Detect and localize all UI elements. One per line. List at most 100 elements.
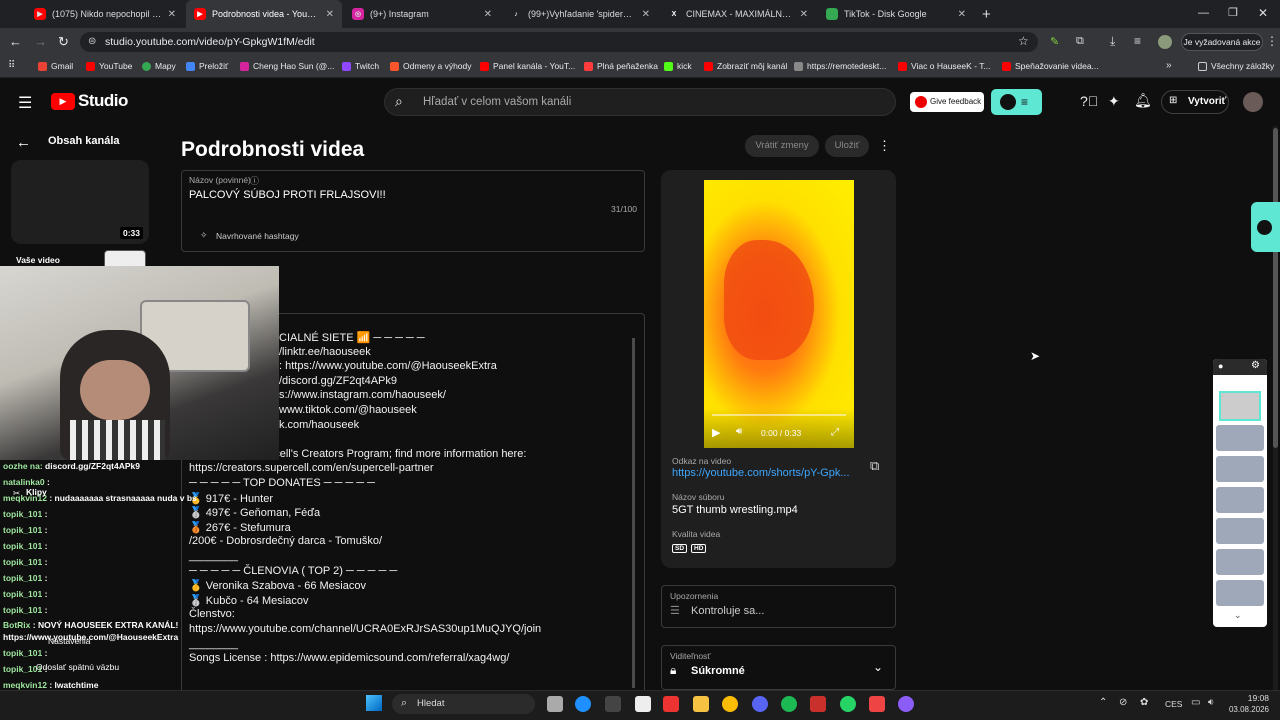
more-options-icon[interactable]: ⋮ <box>878 138 891 154</box>
bookmark-my-channel[interactable]: Zobraziť môj kanál <box>704 61 787 71</box>
clock-date[interactable]: 03.08.2026 <box>1221 705 1269 714</box>
window-close-button[interactable]: ✕ <box>1258 6 1268 20</box>
help-circle-icon[interactable]: ⓘ <box>250 174 259 187</box>
tray-icon[interactable]: ⊘ <box>1119 697 1127 708</box>
thumbnail-slot[interactable] <box>1216 425 1264 451</box>
clock-time[interactable]: 19:08 <box>1229 693 1269 703</box>
new-tab-button[interactable]: + <box>982 6 991 23</box>
suggested-hashtags-button[interactable]: Navrhované hashtagy <box>216 231 299 241</box>
task-view-icon[interactable] <box>547 696 563 712</box>
video-preview[interactable] <box>704 180 854 448</box>
browser-tab-5[interactable]: TikTok - Disk Google ✕ <box>818 0 974 28</box>
bookmark-monetization[interactable]: Speňažovanie videa... <box>1002 61 1099 71</box>
account-avatar[interactable] <box>1243 92 1263 112</box>
settings-menu-item[interactable]: Nastavenia <box>48 636 91 646</box>
browser-tab-2[interactable]: ◎ (9+) Instagram ✕ <box>344 0 500 28</box>
store-icon[interactable] <box>635 696 651 712</box>
tray-icon[interactable]: ✿ <box>1140 697 1148 708</box>
minimize-button[interactable]: — <box>1198 7 1209 19</box>
extension-icon[interactable]: ✎ <box>1050 35 1059 48</box>
bookmark-remote-desktop[interactable]: https://remotedeskt... <box>794 61 886 71</box>
title-input[interactable]: PALCOVÝ SÚBOJ PROTI FRLAJSOVI!! <box>189 189 386 201</box>
bookmark-wallet[interactable]: Plná peňaženka <box>584 61 658 71</box>
thumbnail-slot[interactable] <box>1216 518 1264 544</box>
back-icon[interactable]: ← <box>9 34 22 49</box>
discord-icon[interactable] <box>752 696 768 712</box>
profile-avatar[interactable] <box>1158 35 1172 49</box>
thumbnail-slot[interactable] <box>1216 580 1264 606</box>
more-bookmarks-icon[interactable]: » <box>1166 60 1172 71</box>
send-feedback-menu-item[interactable]: Odoslať spätnú väzbu <box>36 662 119 672</box>
whatsapp-icon[interactable] <box>840 696 856 712</box>
maximize-button[interactable]: ❐ <box>1228 6 1238 19</box>
fullscreen-icon[interactable]: ⤢ <box>831 427 839 438</box>
site-info-icon[interactable]: ⊜ <box>88 36 96 47</box>
bookmark-about[interactable]: Viac o HauseeK - T... <box>898 61 991 71</box>
browser-tab-4[interactable]: XCINEMAX - MAXIMÁLNY FILMO✕ <box>660 0 816 28</box>
close-icon[interactable]: ✕ <box>642 9 650 20</box>
chevron-down-icon[interactable]: ⌄ <box>1234 610 1242 621</box>
close-icon[interactable]: ✕ <box>958 9 966 20</box>
close-icon[interactable]: ✕ <box>484 9 492 20</box>
apps-grid-icon[interactable]: ⠿ <box>8 60 15 71</box>
thumbnail-slot[interactable] <box>1216 487 1264 513</box>
play-icon[interactable]: ▶ <box>712 426 720 439</box>
bookmark-youtube[interactable]: YouTube <box>86 61 132 71</box>
bookmark-star-icon[interactable]: ☆ <box>1018 34 1029 48</box>
extension-menu-button[interactable]: ≡ <box>991 89 1042 115</box>
channel-content-link[interactable]: Obsah kanála <box>48 135 120 147</box>
browser-menu-icon[interactable]: ⋮ <box>1266 34 1278 48</box>
settings-gear-icon[interactable]: ⚙ <box>1251 360 1260 371</box>
bookmark-kick[interactable]: kick <box>664 61 692 71</box>
video-link[interactable]: https://youtube.com/shorts/pY-Gpk... <box>672 467 850 479</box>
app-icon[interactable] <box>898 696 914 712</box>
volume-icon[interactable]: 🔉︎ <box>1208 697 1214 708</box>
thumbnail-slot-selected[interactable] <box>1219 391 1261 421</box>
bookmark-maps[interactable]: Mapy <box>142 61 176 71</box>
save-button[interactable]: Uložiť <box>825 135 869 157</box>
all-bookmarks-folder[interactable]: Všechny záložky <box>1198 61 1274 71</box>
notifications-bell-icon[interactable]: 🔔︎ <box>1134 92 1152 109</box>
description-scrollbar[interactable] <box>632 338 635 688</box>
youtube-logo-icon[interactable]: ▶ <box>51 93 75 110</box>
progress-bar[interactable] <box>712 414 846 416</box>
volume-icon[interactable]: 🔊︎ <box>736 426 742 437</box>
browser-tab-1[interactable]: ▶Podrobnosti videa - YouTube Stu✕ <box>186 0 342 28</box>
bookmark-channel-panel[interactable]: Panel kanála - YouT... <box>480 61 575 71</box>
bookmark-instagram[interactable]: Cheng Hao Sun (@... <box>240 61 334 71</box>
download-icon[interactable]: ⤓ <box>1110 34 1115 49</box>
taskbar-search[interactable]: Hledat <box>392 694 535 714</box>
copy-icon[interactable]: ⧉ <box>870 458 879 474</box>
bookmark-rewards[interactable]: Odmeny a výhody <box>390 61 472 71</box>
bookmark-translate[interactable]: Preložiť <box>186 61 228 71</box>
back-arrow-icon[interactable]: ← <box>16 134 31 151</box>
display-icon[interactable]: ▭ <box>1191 697 1200 708</box>
browser-tab-3[interactable]: ♪(99+)Vyhľadanie 'spiderman ha✕ <box>502 0 658 28</box>
action-required-badge[interactable]: Je vyžadovaná akce <box>1181 33 1263 51</box>
file-explorer-icon[interactable] <box>693 696 709 712</box>
undo-changes-button[interactable]: Vrátiť zmeny <box>745 135 819 157</box>
spotify-icon[interactable] <box>781 696 797 712</box>
chrome-icon[interactable] <box>722 696 738 712</box>
help-icon[interactable]: ?⃝ <box>1080 93 1098 109</box>
app-icon[interactable] <box>810 696 826 712</box>
bookmark-gmail[interactable]: Gmail <box>38 61 73 71</box>
thumbnail-slot[interactable] <box>1216 549 1264 575</box>
app-icon[interactable] <box>605 696 621 712</box>
tray-chevron-icon[interactable]: ⌃ <box>1099 697 1107 708</box>
hamburger-menu-icon[interactable]: ☰ <box>18 93 32 113</box>
extensions-puzzle-icon[interactable]: ⧉ <box>1076 35 1084 48</box>
browser-tab-0[interactable]: ▶ (1075) Nikdo nepochopil MCU ✕ <box>26 0 184 28</box>
channel-search-input[interactable]: Hľadať v celom vašom kanáli <box>384 88 896 116</box>
bookmark-twitch[interactable]: Twitch <box>342 61 379 71</box>
reload-icon[interactable]: ↻ <box>58 34 69 50</box>
language-indicator[interactable]: CES <box>1165 699 1182 709</box>
close-icon[interactable]: ✕ <box>168 9 176 20</box>
edge-icon[interactable] <box>575 696 591 712</box>
app-icon[interactable] <box>869 696 885 712</box>
page-scrollbar-thumb[interactable] <box>1273 128 1278 448</box>
sparkle-icon[interactable]: ✦ <box>1108 93 1120 110</box>
forward-icon[interactable]: → <box>34 34 47 49</box>
chevron-down-icon[interactable]: ⌄ <box>873 660 883 674</box>
close-icon[interactable]: ✕ <box>800 9 808 20</box>
